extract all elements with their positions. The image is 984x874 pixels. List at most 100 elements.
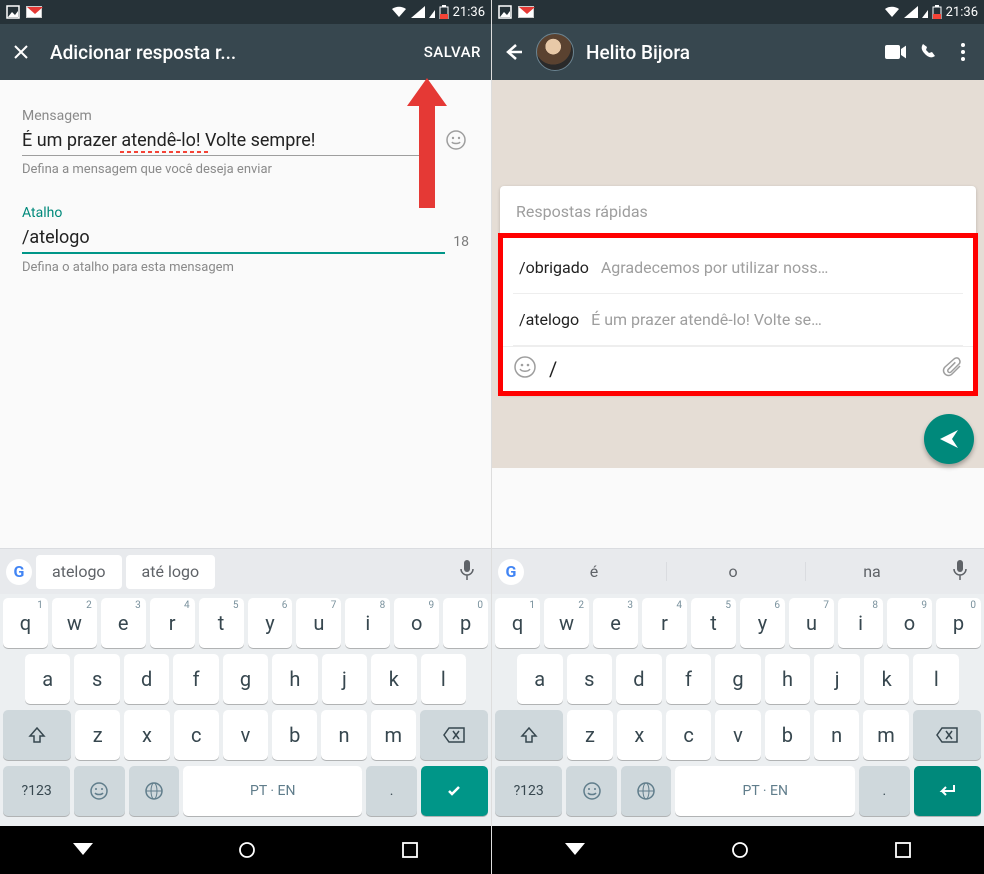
key-i[interactable]: i8	[345, 598, 390, 648]
globe-key[interactable]	[621, 766, 672, 816]
google-icon[interactable]: G	[498, 559, 524, 585]
period-key[interactable]: .	[859, 766, 910, 816]
key-j[interactable]: j	[814, 654, 860, 704]
backspace-key[interactable]	[913, 710, 981, 760]
key-s[interactable]: s	[74, 654, 119, 704]
key-r[interactable]: r4	[150, 598, 195, 648]
key-u[interactable]: u7	[789, 598, 834, 648]
key-k[interactable]: k	[371, 654, 416, 704]
suggestion-3[interactable]: na	[805, 562, 938, 581]
key-t[interactable]: t5	[199, 598, 244, 648]
key-d[interactable]: d	[616, 654, 662, 704]
key-w[interactable]: w2	[544, 598, 589, 648]
google-icon[interactable]: G	[6, 559, 32, 585]
key-b[interactable]: b	[272, 710, 317, 760]
chat-input[interactable]: /	[549, 357, 929, 381]
back-icon[interactable]	[502, 41, 524, 63]
key-z[interactable]: z	[567, 710, 612, 760]
key-f[interactable]: f	[666, 654, 712, 704]
nav-hide-keyboard-icon[interactable]	[565, 843, 585, 857]
nav-recent-icon[interactable]	[402, 842, 418, 858]
suggestion-2[interactable]: o	[666, 562, 799, 581]
key-v[interactable]: v	[715, 710, 760, 760]
enter-key[interactable]	[914, 766, 981, 816]
key-b[interactable]: b	[765, 710, 810, 760]
key-k[interactable]: k	[864, 654, 910, 704]
numbers-key[interactable]: ?123	[495, 766, 562, 816]
nav-hide-keyboard-icon[interactable]	[73, 843, 93, 857]
message-input[interactable]	[22, 124, 435, 156]
nav-home-icon[interactable]	[238, 841, 256, 859]
key-l[interactable]: l	[913, 654, 959, 704]
key-s[interactable]: s	[567, 654, 613, 704]
space-key[interactable]: PT · EN	[675, 766, 855, 816]
emoji-key[interactable]	[566, 766, 617, 816]
mic-icon[interactable]	[449, 559, 485, 585]
shift-key[interactable]	[3, 710, 71, 760]
key-x[interactable]: x	[124, 710, 169, 760]
key-h[interactable]: h	[765, 654, 811, 704]
key-a[interactable]: a	[517, 654, 563, 704]
key-y[interactable]: y6	[740, 598, 785, 648]
shortcut-input[interactable]	[22, 221, 445, 254]
status-time: 21:36	[453, 5, 485, 20]
key-d[interactable]: d	[124, 654, 169, 704]
key-t[interactable]: t5	[691, 598, 736, 648]
send-button[interactable]	[924, 414, 974, 464]
avatar[interactable]	[536, 33, 574, 71]
key-h[interactable]: h	[272, 654, 317, 704]
key-c[interactable]: c	[666, 710, 711, 760]
key-a[interactable]: a	[25, 654, 70, 704]
suggestion-1[interactable]: atelogo	[36, 555, 122, 589]
key-x[interactable]: x	[617, 710, 662, 760]
key-p[interactable]: p0	[443, 598, 488, 648]
key-r[interactable]: r4	[642, 598, 687, 648]
key-n[interactable]: n	[321, 710, 366, 760]
key-e[interactable]: e3	[101, 598, 146, 648]
key-g[interactable]: g	[223, 654, 268, 704]
key-g[interactable]: g	[715, 654, 761, 704]
key-l[interactable]: l	[421, 654, 466, 704]
key-i[interactable]: i8	[838, 598, 883, 648]
key-c[interactable]: c	[174, 710, 219, 760]
key-m[interactable]: m	[371, 710, 416, 760]
key-p[interactable]: p0	[936, 598, 981, 648]
key-w[interactable]: w2	[52, 598, 97, 648]
nav-home-icon[interactable]	[731, 841, 749, 859]
key-f[interactable]: f	[173, 654, 218, 704]
shift-key[interactable]	[495, 710, 563, 760]
suggestion-2[interactable]: até logo	[126, 555, 216, 589]
key-e[interactable]: e3	[593, 598, 638, 648]
key-v[interactable]: v	[223, 710, 268, 760]
backspace-key[interactable]	[420, 710, 488, 760]
voice-call-icon[interactable]	[918, 41, 940, 63]
close-icon[interactable]	[10, 41, 32, 63]
numbers-key[interactable]: ?123	[3, 766, 70, 816]
period-key[interactable]: .	[366, 766, 416, 816]
emoji-key[interactable]	[74, 766, 124, 816]
key-j[interactable]: j	[322, 654, 367, 704]
quick-reply-item[interactable]: /atelogo É um prazer atendê-lo! Volte se…	[503, 294, 973, 345]
emoji-icon[interactable]	[513, 355, 537, 383]
go-key[interactable]	[421, 766, 488, 816]
key-q[interactable]: q1	[495, 598, 540, 648]
key-q[interactable]: q1	[3, 598, 48, 648]
key-z[interactable]: z	[75, 710, 120, 760]
globe-key[interactable]	[129, 766, 179, 816]
key-n[interactable]: n	[814, 710, 859, 760]
nav-recent-icon[interactable]	[895, 842, 911, 858]
mic-icon[interactable]	[942, 559, 978, 585]
overflow-icon[interactable]	[952, 41, 974, 63]
key-m[interactable]: m	[863, 710, 908, 760]
key-o[interactable]: o9	[887, 598, 932, 648]
suggestion-1[interactable]: é	[528, 562, 660, 581]
contact-name[interactable]: Helito Bijora	[586, 41, 872, 64]
key-y[interactable]: y6	[248, 598, 293, 648]
video-call-icon[interactable]	[884, 41, 906, 63]
space-key[interactable]: PT · EN	[183, 766, 362, 816]
attach-icon[interactable]	[941, 356, 963, 382]
key-o[interactable]: o9	[394, 598, 439, 648]
quick-reply-item[interactable]: /obrigado Agradecemos por utilizar noss…	[503, 242, 973, 293]
save-button[interactable]: SALVAR	[424, 43, 481, 61]
key-u[interactable]: u7	[296, 598, 341, 648]
